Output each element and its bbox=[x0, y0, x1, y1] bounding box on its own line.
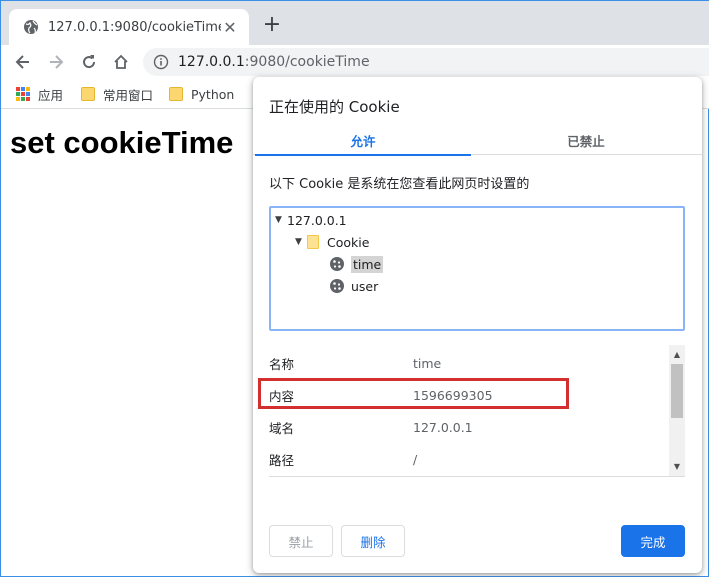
new-tab-button[interactable]: + bbox=[260, 13, 284, 37]
globe-icon bbox=[24, 20, 38, 34]
toolbar: 127.0.0.1:9080/cookieTime bbox=[1, 45, 709, 79]
property-value: time bbox=[413, 355, 442, 371]
tree-node-site[interactable]: ▼ 127.0.0.1 bbox=[275, 210, 347, 230]
bookmark-folder-python[interactable]: Python bbox=[169, 85, 234, 103]
cookie-tree[interactable]: ▼ 127.0.0.1 ▼ Cookie time user bbox=[269, 206, 685, 331]
folder-icon bbox=[307, 235, 319, 249]
folder-icon bbox=[81, 87, 95, 101]
forward-button[interactable] bbox=[44, 50, 68, 74]
info-icon[interactable] bbox=[153, 54, 169, 70]
address-url: 127.0.0.1:9080/cookieTime bbox=[178, 54, 370, 70]
property-row: 名称 time bbox=[269, 347, 665, 379]
tree-folder-label: Cookie bbox=[327, 234, 370, 250]
back-arrow-icon bbox=[15, 55, 29, 69]
url-host: 127.0.0.1 bbox=[178, 54, 245, 70]
tab-close-icon[interactable]: ✕ bbox=[221, 18, 239, 37]
cookie-icon bbox=[330, 279, 344, 293]
tree-site-label: 127.0.0.1 bbox=[287, 212, 347, 228]
tree-cookie-label: time bbox=[351, 255, 384, 273]
block-button[interactable]: 禁止 bbox=[269, 525, 333, 557]
url-path: :9080/cookieTime bbox=[244, 54, 370, 70]
delete-button[interactable]: 删除 bbox=[341, 525, 405, 557]
tree-node-cookie-user[interactable]: user bbox=[329, 276, 378, 296]
bookmark-label: 常用窗口 bbox=[103, 87, 154, 103]
property-key: 域名 bbox=[269, 420, 295, 436]
folder-icon bbox=[169, 87, 183, 101]
browser-tab[interactable]: 127.0.0.1:9080/cookieTime ✕ bbox=[9, 9, 249, 45]
scroll-up-icon[interactable]: ▲ bbox=[669, 347, 685, 363]
tree-node-cookie-time[interactable]: time bbox=[329, 254, 384, 274]
cookie-icon bbox=[330, 257, 344, 271]
address-bar[interactable]: 127.0.0.1:9080/cookieTime bbox=[143, 48, 709, 76]
properties-scrollbar[interactable]: ▲ ▼ bbox=[669, 345, 685, 476]
reload-button[interactable] bbox=[77, 50, 101, 74]
page-heading: set cookieTime bbox=[10, 125, 234, 160]
home-button[interactable] bbox=[109, 50, 133, 74]
tree-cookie-label: user bbox=[351, 278, 379, 294]
tab-blocked[interactable]: 已禁止 bbox=[478, 131, 694, 155]
bookmark-label: 应用 bbox=[38, 87, 64, 103]
expand-triangle-icon[interactable]: ▼ bbox=[295, 237, 307, 247]
property-row: 路径 / bbox=[269, 443, 665, 475]
property-key: 路径 bbox=[269, 452, 295, 468]
scroll-down-icon[interactable]: ▼ bbox=[669, 459, 685, 475]
dialog-title: 正在使用的 Cookie bbox=[269, 98, 400, 116]
apps-grid-icon bbox=[16, 87, 30, 101]
reload-icon bbox=[83, 55, 96, 69]
forward-arrow-icon bbox=[50, 55, 64, 69]
annotation-highlight-box bbox=[258, 378, 569, 409]
dialog-description: 以下 Cookie 是系统在您查看此网页时设置的 bbox=[269, 177, 530, 192]
scroll-thumb[interactable] bbox=[671, 364, 683, 418]
home-icon bbox=[114, 54, 128, 69]
tab-title: 127.0.0.1:9080/cookieTime bbox=[48, 19, 221, 35]
bookmark-label: Python bbox=[191, 86, 235, 102]
dialog-tabs: 允许 已禁止 bbox=[253, 131, 702, 156]
cookie-properties: 名称 time 内容 1596699305 域名 127.0.0.1 路径 / … bbox=[269, 345, 685, 477]
tab-strip: 127.0.0.1:9080/cookieTime ✕ + bbox=[1, 1, 709, 45]
bookmark-folder-common[interactable]: 常用窗口 bbox=[81, 85, 153, 103]
cookies-dialog: 正在使用的 Cookie 允许 已禁止 以下 Cookie 是系统在您查看此网页… bbox=[253, 77, 702, 573]
property-key: 名称 bbox=[269, 356, 295, 372]
back-button[interactable] bbox=[11, 50, 35, 74]
bookmark-apps[interactable]: 应用 bbox=[16, 85, 63, 103]
tab-allowed[interactable]: 允许 bbox=[255, 131, 471, 156]
expand-triangle-icon[interactable]: ▼ bbox=[275, 215, 287, 225]
done-button[interactable]: 完成 bbox=[621, 525, 685, 557]
property-row: 域名 127.0.0.1 bbox=[269, 411, 665, 443]
tree-node-folder[interactable]: ▼ Cookie bbox=[295, 232, 369, 252]
property-value: / bbox=[413, 451, 418, 467]
property-value: 127.0.0.1 bbox=[413, 419, 473, 435]
